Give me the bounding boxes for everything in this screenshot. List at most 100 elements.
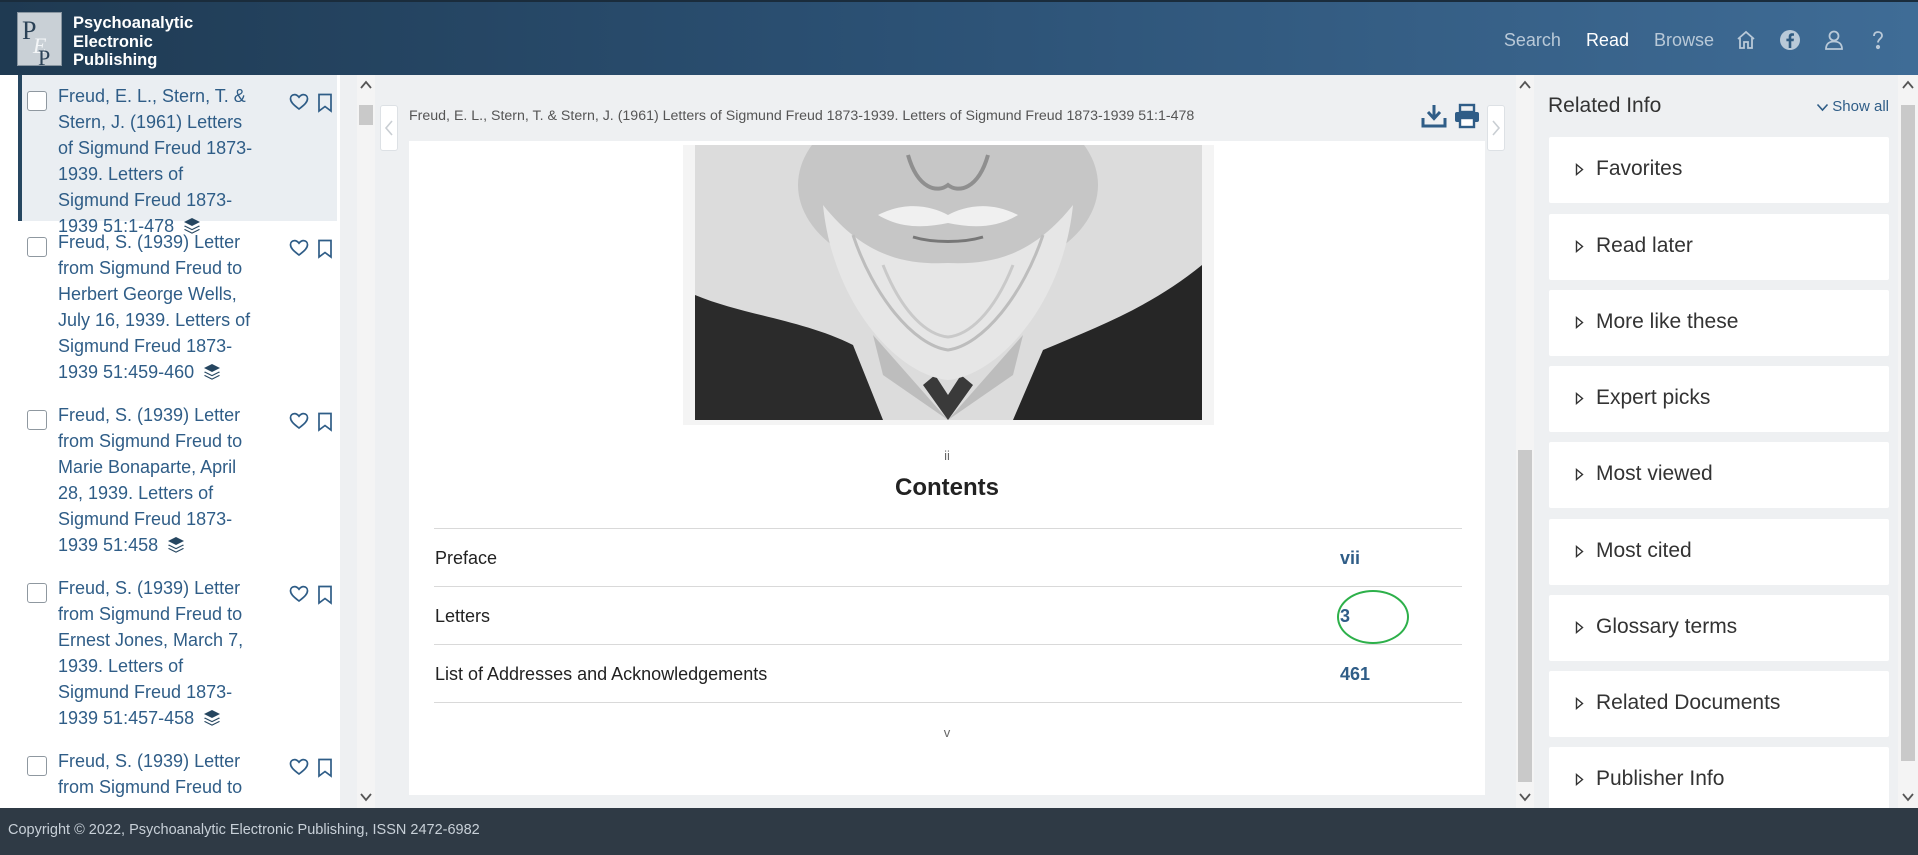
accordion-most-viewed[interactable]: Most viewed	[1549, 442, 1889, 508]
caret-right-icon	[1575, 773, 1584, 786]
page-number: ii	[944, 448, 950, 463]
contents-row: Letters 3	[434, 587, 1462, 645]
contents-page-link[interactable]: vii	[1340, 548, 1360, 569]
pep-logo[interactable]: P E P	[17, 12, 62, 66]
accordion-title: Most viewed	[1596, 462, 1713, 485]
contents-row: Preface vii	[434, 529, 1462, 587]
scroll-down-icon[interactable]	[359, 791, 373, 803]
scrollbar-thumb[interactable]	[1518, 450, 1532, 782]
caret-right-icon	[1575, 545, 1584, 558]
accordion-title: Glossary terms	[1596, 615, 1738, 638]
chevron-down-icon	[1817, 103, 1829, 112]
svg-text:P: P	[38, 45, 50, 66]
collapse-right-button[interactable]	[1487, 105, 1505, 151]
accordion-read-later[interactable]: Read later	[1549, 214, 1889, 280]
layers-icon	[204, 364, 221, 380]
footer: Copyright © 2022, Psychoanalytic Electro…	[0, 808, 1918, 855]
list-item[interactable]: Freud, S. (1939) Letter from Sigmund Fre…	[18, 740, 337, 808]
accordion-title: Favorites	[1596, 157, 1683, 180]
bookmark-icon[interactable]	[317, 412, 333, 432]
help-icon[interactable]	[1866, 28, 1890, 52]
bookmark-icon[interactable]	[317, 239, 333, 259]
logo-wordmark: Psychoanalytic Electronic Publishing	[73, 14, 233, 70]
document-viewer: Freud, E. L., Stern, T. & Stern, J. (196…	[409, 85, 1485, 795]
highlight-circle	[1337, 590, 1409, 644]
accordion-related-documents[interactable]: Related Documents	[1549, 671, 1889, 737]
item-checkbox[interactable]	[27, 237, 47, 257]
caret-right-icon	[1575, 697, 1584, 710]
accordion-title: Related Documents	[1596, 691, 1781, 714]
accordion-more-like-these[interactable]: More like these	[1549, 290, 1889, 356]
scroll-up-icon[interactable]	[1518, 79, 1532, 91]
accordion-expert-picks[interactable]: Expert picks	[1549, 366, 1889, 432]
item-citation-link[interactable]: Freud, S. (1939) Letter from Sigmund Fre…	[58, 405, 242, 555]
accordion-favorites[interactable]: Favorites	[1549, 137, 1889, 203]
bookmark-icon[interactable]	[317, 93, 333, 113]
item-checkbox[interactable]	[27, 583, 47, 603]
favorite-icon[interactable]	[289, 239, 309, 257]
results-list: Freud, E. L., Stern, T. & Stern, J. (196…	[18, 75, 337, 808]
logo-line: Publishing	[73, 51, 158, 69]
facebook-icon[interactable]	[1778, 28, 1802, 52]
bookmark-icon[interactable]	[317, 758, 333, 778]
document-toolbar: Freud, E. L., Stern, T. & Stern, J. (196…	[409, 85, 1485, 141]
contents-label: Letters	[435, 606, 491, 626]
layers-icon	[168, 537, 185, 553]
favorite-icon[interactable]	[289, 412, 309, 430]
accordion-most-cited[interactable]: Most cited	[1549, 519, 1889, 585]
results-scrollbar[interactable]	[357, 75, 375, 808]
scrollbar-thumb[interactable]	[1901, 105, 1915, 761]
document-citation: Freud, E. L., Stern, T. & Stern, J. (196…	[409, 108, 1195, 124]
frontispiece-photo	[683, 145, 1214, 425]
user-icon[interactable]	[1822, 28, 1846, 52]
item-citation-link[interactable]: Freud, S. (1939) Letter from Sigmund Fre…	[58, 578, 243, 728]
favorite-icon[interactable]	[289, 585, 309, 603]
item-checkbox[interactable]	[27, 91, 47, 111]
item-citation-link[interactable]: Freud, S. (1939) Letter from Sigmund Fre…	[58, 232, 250, 382]
accordion-glossary-terms[interactable]: Glossary terms	[1549, 595, 1889, 661]
nav-read[interactable]: Read	[1586, 30, 1629, 51]
nav-browse[interactable]: Browse	[1654, 30, 1714, 51]
scrollbar-thumb[interactable]	[359, 105, 373, 125]
item-checkbox[interactable]	[27, 756, 47, 776]
scroll-down-icon[interactable]	[1901, 791, 1915, 803]
related-info-title: Related Info	[1548, 94, 1662, 117]
home-icon[interactable]	[1734, 28, 1758, 52]
show-all-button[interactable]: Show all	[1816, 98, 1889, 115]
item-citation-link[interactable]: Freud, E. L., Stern, T. & Stern, J. (196…	[58, 86, 252, 236]
top-header: P E P Psychoanalytic Electronic Publishi…	[0, 0, 1918, 75]
chevron-right-icon	[1492, 120, 1501, 136]
caret-right-icon	[1575, 240, 1584, 253]
list-item[interactable]: Freud, S. (1939) Letter from Sigmund Fre…	[18, 567, 337, 740]
related-scrollbar[interactable]	[1898, 75, 1918, 808]
favorite-icon[interactable]	[289, 758, 309, 776]
download-icon[interactable]	[1421, 103, 1447, 129]
accordion-title: More like these	[1596, 310, 1739, 333]
item-citation-link[interactable]: Freud, S. (1939) Letter from Sigmund Fre…	[58, 751, 242, 797]
contents-label: Preface	[435, 548, 498, 568]
page-number: v	[943, 725, 951, 740]
scroll-down-icon[interactable]	[1518, 791, 1532, 803]
collapse-left-button[interactable]	[380, 105, 398, 151]
accordion-title: Expert picks	[1596, 386, 1711, 409]
item-checkbox[interactable]	[27, 410, 47, 430]
list-item[interactable]: Freud, S. (1939) Letter from Sigmund Fre…	[18, 394, 337, 567]
print-icon[interactable]	[1453, 103, 1481, 129]
contents-page-link[interactable]: 461	[1340, 664, 1370, 685]
contents-label: List of Addresses and Acknowledgements	[435, 664, 768, 684]
document-scrollbar[interactable]	[1516, 75, 1534, 808]
caret-right-icon	[1575, 468, 1584, 481]
accordion-publisher-info[interactable]: Publisher Info	[1549, 747, 1889, 808]
copyright-text: Copyright © 2022, Psychoanalytic Electro…	[8, 822, 480, 838]
scroll-up-icon[interactable]	[1901, 79, 1915, 91]
list-item[interactable]: Freud, E. L., Stern, T. & Stern, J. (196…	[18, 75, 337, 236]
list-item[interactable]: Freud, S. (1939) Letter from Sigmund Fre…	[18, 221, 337, 394]
bookmark-icon[interactable]	[317, 585, 333, 605]
document-pane: Freud, E. L., Stern, T. & Stern, J. (196…	[378, 75, 1511, 808]
caret-right-icon	[1575, 392, 1584, 405]
favorite-icon[interactable]	[289, 93, 309, 111]
scroll-up-icon[interactable]	[359, 79, 373, 91]
accordion-title: Read later	[1596, 234, 1693, 257]
caret-right-icon	[1575, 621, 1584, 634]
nav-search[interactable]: Search	[1504, 30, 1561, 51]
